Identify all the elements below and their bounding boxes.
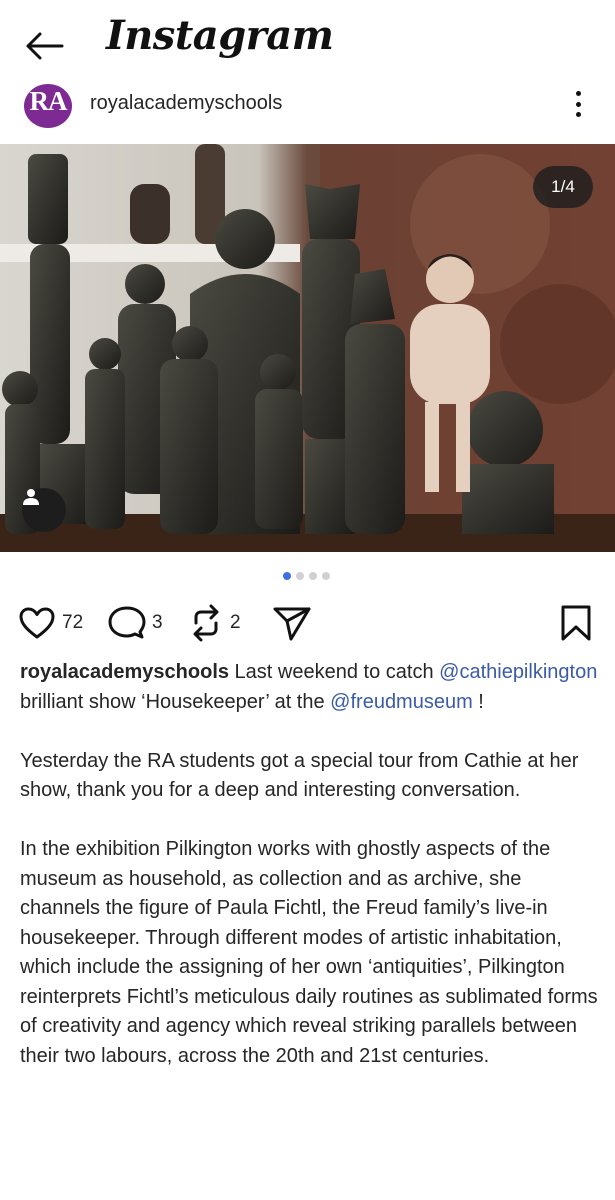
like-button[interactable]: 72 <box>18 600 83 646</box>
avatar[interactable]: RA <box>24 84 72 128</box>
more-dot-icon <box>575 112 581 117</box>
more-dot-icon <box>575 101 581 107</box>
app-logo: Instagram <box>106 12 334 59</box>
caption-paragraph-3: In the exhibition Pilkington works with … <box>20 838 598 1067</box>
carousel-indicator <box>283 572 330 580</box>
save-button[interactable] <box>559 600 593 646</box>
caption-paragraph-1: royalacademyschools Last weekend to catc… <box>20 658 600 717</box>
carousel-dot <box>322 572 330 580</box>
share-button[interactable] <box>272 600 312 646</box>
like-count: 72 <box>62 612 84 633</box>
image-counter-badge: 1/4 <box>533 166 593 208</box>
post-header: RA royalacademyschools <box>0 80 615 128</box>
carousel-dot <box>309 572 317 580</box>
post-caption: royalacademyschools Last weekend to catc… <box>20 658 600 1101</box>
mention-link[interactable]: @freudmuseum <box>330 691 473 713</box>
comment-button[interactable]: 3 <box>108 600 163 646</box>
mention-link[interactable]: @cathiepilkington <box>439 661 597 683</box>
send-icon <box>273 607 311 641</box>
caption-text: brilliant show ‘Housekeeper’ at the <box>20 690 331 713</box>
carousel-dot <box>283 572 291 580</box>
heart-icon <box>19 607 55 639</box>
sculptures-photo <box>0 144 615 552</box>
carousel-dot <box>296 572 304 580</box>
repost-button[interactable]: 2 <box>188 600 241 646</box>
more-options-button[interactable] <box>566 88 590 120</box>
person-icon <box>23 489 39 505</box>
post-username[interactable]: royalacademyschools <box>90 92 282 115</box>
bookmark-icon <box>561 605 591 641</box>
repost-count: 2 <box>230 612 241 633</box>
comment-count: 3 <box>152 612 163 633</box>
caption-paragraph-2: Yesterday the RA students got a special … <box>20 749 579 802</box>
tagged-people-button[interactable] <box>22 488 66 532</box>
comment-icon <box>108 606 146 639</box>
repost-icon <box>193 604 219 642</box>
post-photo[interactable]: 1/4 <box>0 144 615 552</box>
top-bar: Instagram <box>0 0 615 88</box>
avatar-initials: RA <box>29 85 68 116</box>
caption-username[interactable]: royalacademyschools <box>20 661 229 683</box>
arrow-left-icon <box>26 32 64 60</box>
action-bar: 72 3 2 <box>0 600 615 646</box>
back-button[interactable] <box>22 28 66 64</box>
more-dot-icon <box>575 91 581 96</box>
caption-text: ! <box>472 690 484 713</box>
caption-text: Last weekend to catch <box>229 661 440 683</box>
